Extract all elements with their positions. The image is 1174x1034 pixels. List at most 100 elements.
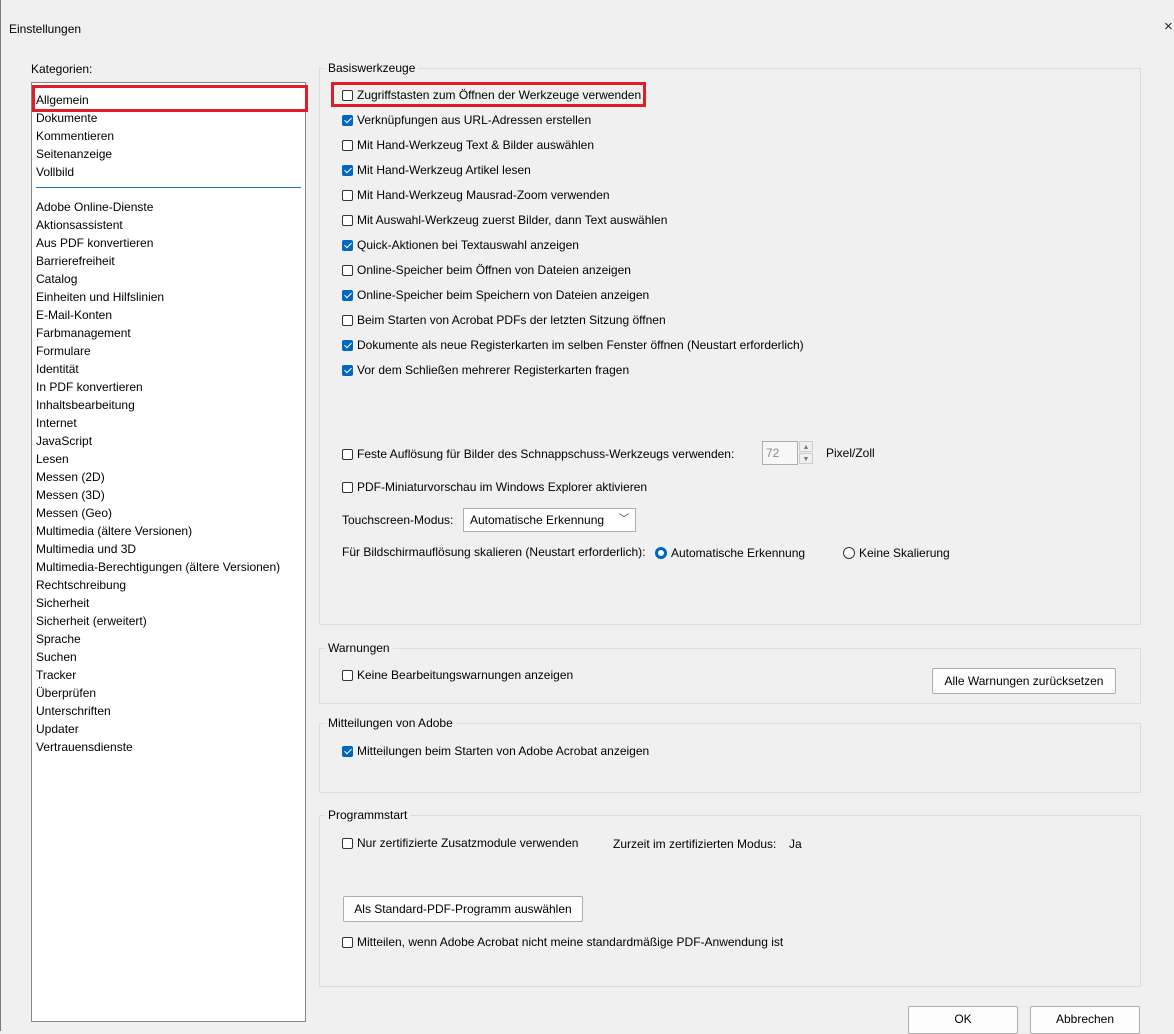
category-item-barrierefreiheit[interactable]: Barrierefreiheit (36, 252, 115, 270)
group-title-basiswerkzeuge: Basiswerkzeuge (325, 61, 419, 75)
basis-option[interactable]: Mit Hand-Werkzeug Artikel lesen (342, 161, 531, 179)
basis-option[interactable]: Mit Auswahl-Werkzeug zuerst Bilder, dann… (342, 211, 667, 229)
category-item-suchen[interactable]: Suchen (36, 648, 77, 666)
category-item-lesen[interactable]: Lesen (36, 450, 69, 468)
basis-option-checkbox[interactable] (342, 239, 353, 251)
no-edit-warnings-label: Keine Bearbeitungswarnungen anzeigen (357, 668, 574, 682)
window-title: Einstellungen (9, 22, 82, 36)
category-item-updater[interactable]: Updater (36, 720, 79, 738)
category-item-sicherheit-erweitert[interactable]: Sicherheit (erweitert) (36, 612, 147, 630)
category-item-multimedia-und-3d[interactable]: Multimedia und 3D (36, 540, 136, 558)
basis-option-checkbox[interactable] (342, 189, 353, 201)
title-bar: Einstellungen × (1, 0, 1174, 46)
group-title-adobe-messages: Mitteilungen von Adobe (325, 716, 456, 730)
no-edit-warnings-option[interactable]: Keine Bearbeitungswarnungen anzeigen (342, 666, 573, 684)
category-item-uberprufen[interactable]: Überprüfen (36, 684, 96, 702)
scale-none-radio[interactable] (843, 547, 855, 559)
group-title-warnungen: Warnungen (325, 641, 393, 655)
basis-option-checkbox[interactable] (342, 264, 353, 276)
certified-label: Nur zertifizierte Zusatzmodule verwenden (357, 836, 579, 850)
scale-auto-option[interactable]: Automatische Erkennung (655, 544, 805, 562)
basis-option-checkbox[interactable] (342, 339, 353, 351)
no-edit-warnings-checkbox[interactable] (342, 669, 353, 681)
group-title-programmstart: Programmstart (325, 808, 411, 822)
category-item-adobe-online-dienste[interactable]: Adobe Online-Dienste (36, 198, 153, 216)
touch-mode-select[interactable]: Automatische Erkennung ﹀ (463, 508, 636, 532)
thumbnail-option[interactable]: PDF-Miniaturvorschau im Windows Explorer… (342, 478, 647, 496)
category-item-identitat[interactable]: Identität (36, 360, 79, 378)
category-item-internet[interactable]: Internet (36, 414, 77, 432)
category-item-sicherheit[interactable]: Sicherheit (36, 594, 89, 612)
stepper-down-icon[interactable]: ▼ (799, 453, 813, 464)
basis-option[interactable]: Beim Starten von Acrobat PDFs der letzte… (342, 311, 666, 329)
basis-option-label: Online-Speicher beim Speichern von Datei… (357, 288, 650, 302)
basis-option-checkbox[interactable] (342, 289, 353, 301)
basis-option-label: Mit Hand-Werkzeug Text & Bilder auswähle… (357, 138, 594, 152)
category-item-einheiten-und-hilfslinien[interactable]: Einheiten und Hilfslinien (36, 288, 164, 306)
category-item-messen-3d[interactable]: Messen (3D) (36, 486, 105, 504)
snapshot-checkbox[interactable] (342, 448, 353, 460)
category-item-e-mail-konten[interactable]: E-Mail-Konten (36, 306, 112, 324)
categories-list[interactable]: Allgemein Dokumente Kommentieren Seitenanze… (31, 82, 308, 1022)
category-item-formulare[interactable]: Formulare (36, 342, 91, 360)
basis-option-label: Dokumente als neue Registerkarten im sel… (357, 338, 804, 352)
basis-option[interactable]: Verknüpfungen aus URL-Adressen erstellen (342, 111, 591, 129)
basis-option-label: Verknüpfungen aus URL-Adressen erstellen (357, 113, 592, 127)
scale-auto-radio[interactable] (655, 547, 667, 559)
set-default-pdf-button[interactable]: Als Standard-PDF-Programm auswählen (343, 896, 583, 922)
category-item-seitenanzeige[interactable]: Seitenanzeige (36, 145, 112, 163)
certified-option[interactable]: Nur zertifizierte Zusatzmodule verwenden (342, 834, 578, 852)
resolution-field[interactable]: 72 (762, 441, 798, 465)
category-item-catalog[interactable]: Catalog (36, 270, 77, 288)
category-item-messen-2d[interactable]: Messen (2D) (36, 468, 105, 486)
reset-warnings-button[interactable]: Alle Warnungen zurücksetzen (932, 668, 1116, 694)
category-item-kommentieren[interactable]: Kommentieren (36, 127, 114, 145)
basis-option-checkbox[interactable] (342, 139, 353, 151)
basis-option-checkbox[interactable] (342, 364, 353, 376)
resolution-unit: Pixel/Zoll (826, 446, 875, 460)
ok-button[interactable]: OK (908, 1006, 1018, 1034)
basis-option[interactable]: Mit Hand-Werkzeug Mausrad-Zoom verwenden (342, 186, 610, 204)
category-item-javascript[interactable]: JavaScript (36, 432, 92, 450)
adobe-messages-checkbox[interactable] (342, 745, 353, 757)
adobe-messages-label: Mitteilungen beim Starten von Adobe Acro… (357, 744, 650, 758)
stepper-up-icon[interactable]: ▲ (799, 441, 813, 452)
basis-option[interactable]: Dokumente als neue Registerkarten im sel… (342, 336, 804, 354)
notify-default-checkbox[interactable] (342, 936, 353, 948)
thumbnail-checkbox[interactable] (342, 481, 353, 493)
basis-option-checkbox[interactable] (342, 214, 353, 226)
category-item-tracker[interactable]: Tracker (36, 666, 76, 684)
category-item-vollbild[interactable]: Vollbild (36, 163, 74, 181)
resolution-stepper[interactable]: 72 ▲ ▼ (762, 441, 814, 465)
basis-option-label: Mit Hand-Werkzeug Artikel lesen (357, 163, 531, 177)
certified-checkbox[interactable] (342, 837, 353, 849)
category-item-aus-pdf-konvertieren[interactable]: Aus PDF konvertieren (36, 234, 153, 252)
adobe-messages-option[interactable]: Mitteilungen beim Starten von Adobe Acro… (342, 742, 649, 760)
category-item-vertrauensdienste[interactable]: Vertrauensdienste (36, 738, 133, 756)
category-item-multimedia-altere-versionen[interactable]: Multimedia (ältere Versionen) (36, 522, 192, 540)
category-item-messen-geo[interactable]: Messen (Geo) (36, 504, 112, 522)
category-item-aktionsassistent[interactable]: Aktionsassistent (36, 216, 123, 234)
basis-option[interactable]: Mit Hand-Werkzeug Text & Bilder auswähle… (342, 136, 594, 154)
basis-option[interactable]: Online-Speicher beim Speichern von Datei… (342, 286, 649, 304)
snapshot-option[interactable]: Feste Auflösung für Bilder des Schnappsc… (342, 445, 734, 463)
basis-option[interactable]: Vor dem Schließen mehrerer Registerkarte… (342, 361, 629, 379)
notify-default-option[interactable]: Mitteilen, wenn Adobe Acrobat nicht mein… (342, 933, 783, 951)
category-item-sprache[interactable]: Sprache (36, 630, 81, 648)
cancel-button[interactable]: Abbrechen (1030, 1006, 1140, 1034)
category-item-in-pdf-konvertieren[interactable]: In PDF konvertieren (36, 378, 143, 396)
scale-none-option[interactable]: Keine Skalierung (843, 544, 950, 562)
basis-option-checkbox[interactable] (342, 114, 353, 126)
basis-option-checkbox[interactable] (342, 164, 353, 176)
close-icon[interactable]: × (1164, 18, 1173, 35)
scale-none-label: Keine Skalierung (859, 546, 950, 560)
basis-option[interactable]: Online-Speicher beim Öffnen von Dateien … (342, 261, 631, 279)
category-item-inhaltsbearbeitung[interactable]: Inhaltsbearbeitung (36, 396, 135, 414)
category-item-rechtschreibung[interactable]: Rechtschreibung (36, 576, 126, 594)
basis-option[interactable]: Quick-Aktionen bei Textauswahl anzeigen (342, 236, 579, 254)
basis-option-checkbox[interactable] (342, 314, 353, 326)
basis-option-label: Mit Hand-Werkzeug Mausrad-Zoom verwenden (357, 188, 610, 202)
category-item-unterschriften[interactable]: Unterschriften (36, 702, 111, 720)
category-item-multimedia-berechtigungen-altere-versionen[interactable]: Multimedia-Berechtigungen (ältere Versio… (36, 558, 280, 576)
category-item-farbmanagement[interactable]: Farbmanagement (36, 324, 131, 342)
